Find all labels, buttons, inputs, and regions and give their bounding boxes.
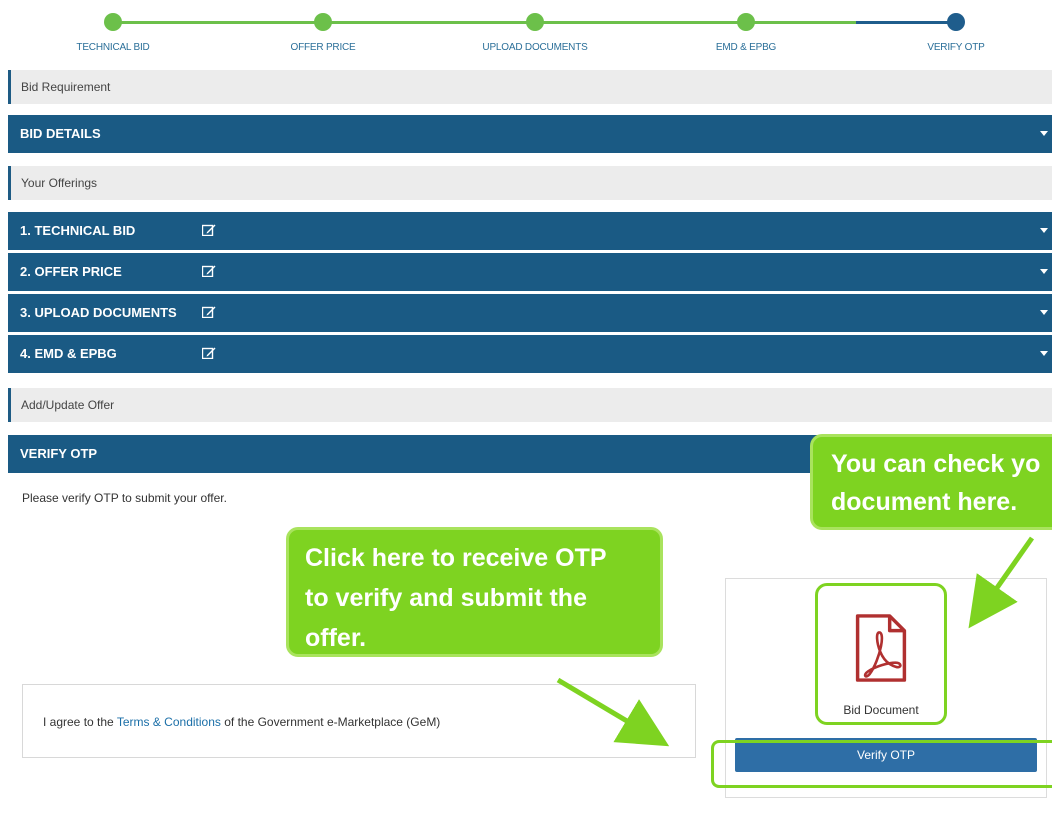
your-offerings-header: Your Offerings [8, 166, 1052, 200]
edit-icon[interactable] [202, 306, 216, 318]
technical-bid-label: 1. TECHNICAL BID [20, 223, 136, 238]
document-callout-line: document here. [831, 488, 1018, 516]
caret-down-icon[interactable] [1040, 310, 1048, 315]
bid-requirement-header: Bid Requirement [8, 70, 1052, 104]
verify-otp-highlight [711, 740, 1052, 788]
terms-suffix: of the Government e-Marketplace (GeM) [220, 715, 441, 729]
bid-document[interactable]: Bid Document [815, 583, 947, 725]
offer-price-accordion[interactable]: 2. OFFER PRICE [8, 253, 1052, 291]
emd-epbg-label: 4. EMD & EPBG [20, 346, 117, 361]
step-dot-upload-documents[interactable] [526, 13, 544, 31]
technical-bid-accordion[interactable]: 1. TECHNICAL BID [8, 212, 1052, 250]
step-dot-verify-otp[interactable] [947, 13, 965, 31]
step-dot-emd-epbg[interactable] [737, 13, 755, 31]
otp-callout-line: to verify and submit the [305, 584, 587, 612]
document-callout-line: You can check yo [831, 450, 1041, 478]
terms-agreement: I agree to the Terms & Conditions of the… [22, 684, 696, 758]
edit-icon[interactable] [202, 347, 216, 359]
offer-price-label: 2. OFFER PRICE [20, 264, 122, 279]
upload-documents-accordion[interactable]: 3. UPLOAD DOCUMENTS [8, 294, 1052, 332]
step-label-emd-epbg: EMD & EPBG [715, 42, 777, 53]
edit-icon[interactable] [202, 265, 216, 277]
caret-down-icon[interactable] [1040, 228, 1048, 233]
terms-prefix: I agree to the [43, 715, 117, 729]
verify-instruction: Please verify OTP to submit your offer. [22, 491, 227, 505]
step-label-offer-price: OFFER PRICE [290, 42, 356, 53]
bid-details-label: BID DETAILS [20, 126, 101, 141]
progress-stepper: TECHNICAL BID OFFER PRICE UPLOAD DOCUMEN… [0, 0, 1052, 66]
caret-down-icon[interactable] [1040, 351, 1048, 356]
bid-document-label: Bid Document [843, 703, 919, 717]
otp-callout-line: offer. [305, 624, 367, 652]
stepper-line-pending [856, 21, 956, 24]
otp-callout-line: Click here to receive OTP [305, 544, 607, 572]
emd-epbg-accordion[interactable]: 4. EMD & EPBG [8, 335, 1052, 373]
add-update-offer-header: Add/Update Offer [8, 388, 1052, 422]
terms-link[interactable]: Terms & Conditions [117, 715, 221, 729]
verify-otp-section-label: VERIFY OTP [20, 446, 98, 461]
bid-details-accordion[interactable]: BID DETAILS [8, 115, 1052, 153]
step-dot-offer-price[interactable] [314, 13, 332, 31]
otp-callout: Click here to receive OTP to verify and … [286, 527, 663, 657]
edit-icon[interactable] [202, 224, 216, 236]
step-label-technical-bid: TECHNICAL BID [76, 42, 150, 53]
caret-down-icon[interactable] [1040, 269, 1048, 274]
step-label-verify-otp: VERIFY OTP [927, 42, 985, 53]
pdf-icon[interactable] [855, 612, 907, 684]
step-label-upload-documents: UPLOAD DOCUMENTS [482, 42, 588, 53]
document-callout: You can check yo document here. [810, 434, 1052, 530]
upload-documents-label: 3. UPLOAD DOCUMENTS [20, 305, 177, 320]
caret-down-icon[interactable] [1040, 131, 1048, 136]
step-dot-technical-bid[interactable] [104, 13, 122, 31]
